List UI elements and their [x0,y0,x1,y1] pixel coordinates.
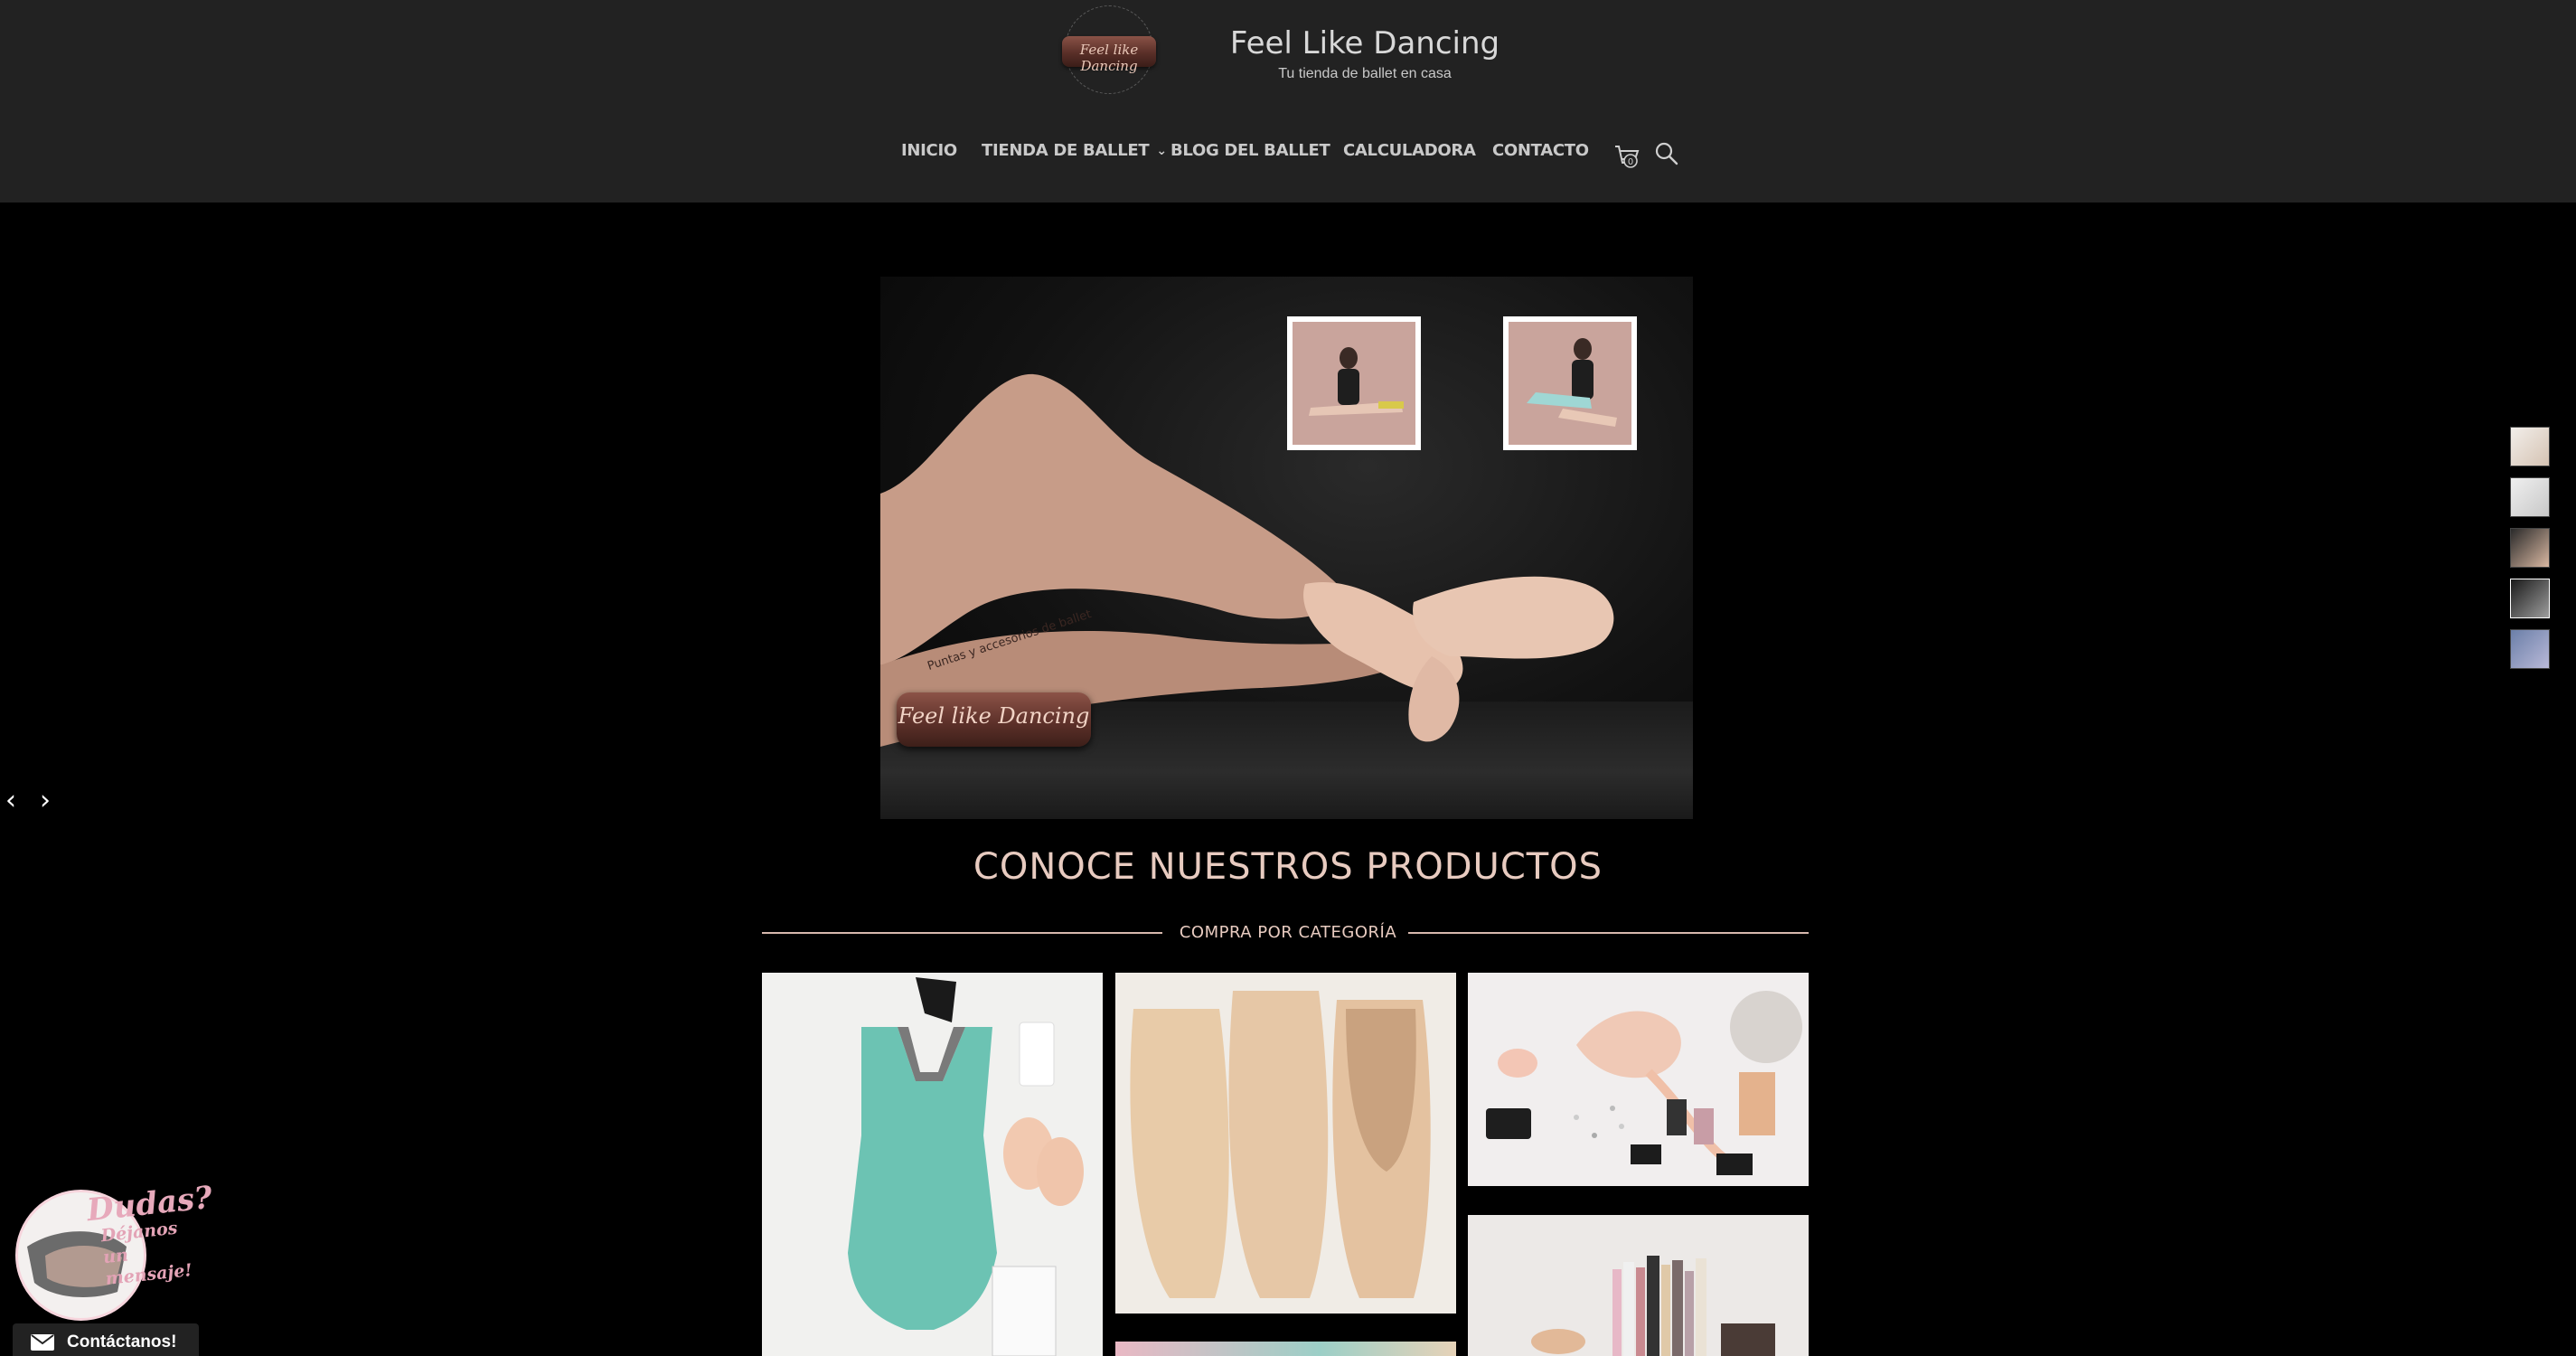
section-title: CONOCE NUESTROS PRODUCTOS [973,846,1603,888]
hero-logo-badge: Feel like Dancing [897,692,1091,747]
accessories-image [1486,991,1802,1175]
nav-item-tienda[interactable]: TIENDA DE BALLET ⌄ [982,141,1167,160]
chevron-down-icon: ⌄ [1156,144,1167,158]
category-tile-puntas[interactable] [1115,973,1456,1314]
main-nav: INICIO TIENDA DE BALLET ⌄ BLOG DEL BALLET… [0,141,2576,168]
category-tile-libros[interactable] [1468,1215,1809,1356]
slider-next-arrow[interactable]: › [40,785,51,816]
hero-logo-text: Feel like Dancing [898,703,1090,729]
search-icon[interactable] [1654,141,1679,166]
mail-icon [31,1334,54,1351]
leotard-image [848,977,1084,1356]
slider-prev-arrow[interactable]: ‹ [5,785,16,816]
slider-thumb-5[interactable] [2510,629,2550,669]
site-title[interactable]: Feel Like Dancing [1184,25,1546,61]
slider-thumb-1[interactable] [2510,427,2550,466]
logo-script: Feel like Dancing [1079,42,1139,74]
category-tile-ropa[interactable] [762,973,1103,1356]
contact-widget-bubble[interactable]: Dudas? Déjanos un mensaje! [13,1180,214,1321]
category-tile-next[interactable] [1115,1342,1456,1356]
pointe-shoes-image [1130,991,1431,1298]
contact-button-label: Contáctanos! [67,1332,177,1351]
nav-label: TIENDA DE BALLET [982,141,1150,160]
cart-icon[interactable]: 0 [1612,141,1642,172]
hero-slide[interactable]: Puntas y accesorios de ballet Feel like … [880,277,1693,819]
books-image [1531,1256,1775,1356]
hero-inset-photo-2 [1503,316,1637,450]
nav-label: CONTACTO [1492,141,1589,160]
nav-item-blog[interactable]: BLOG DEL BALLET [1170,141,1330,160]
nav-item-contacto[interactable]: CONTACTO [1492,141,1589,160]
nav-item-calculadora[interactable]: CALCULADORA [1343,141,1476,160]
widget-message: Déjanos un mensaje! [99,1218,193,1290]
hero-inset-photo-1 [1287,316,1421,450]
nav-item-inicio[interactable]: INICIO [901,141,957,160]
slider-thumb-3[interactable] [2510,528,2550,568]
slider-thumb-4[interactable] [2510,579,2550,618]
logo-badge: Feel like Dancing [1062,36,1156,74]
cart-count: 0 [1628,157,1633,167]
nav-label: CALCULADORA [1343,141,1476,160]
nav-label: BLOG DEL BALLET [1170,141,1330,160]
site-header: Feel like Dancing Feel Like Dancing Tu t… [0,0,2576,202]
slider-thumbnails [2510,427,2555,680]
divider-right [1408,932,1809,934]
section-subtitle: COMPRA POR CATEGORÍA [1179,923,1397,942]
contact-button[interactable]: Contáctanos! [13,1323,199,1356]
nav-label: INICIO [901,141,957,160]
slider-thumb-2[interactable] [2510,477,2550,517]
site-logo[interactable]: Feel like Dancing [1039,0,1180,108]
site-tagline: Tu tienda de ballet en casa [1278,66,1452,81]
category-tile-accesorios[interactable] [1468,973,1809,1186]
